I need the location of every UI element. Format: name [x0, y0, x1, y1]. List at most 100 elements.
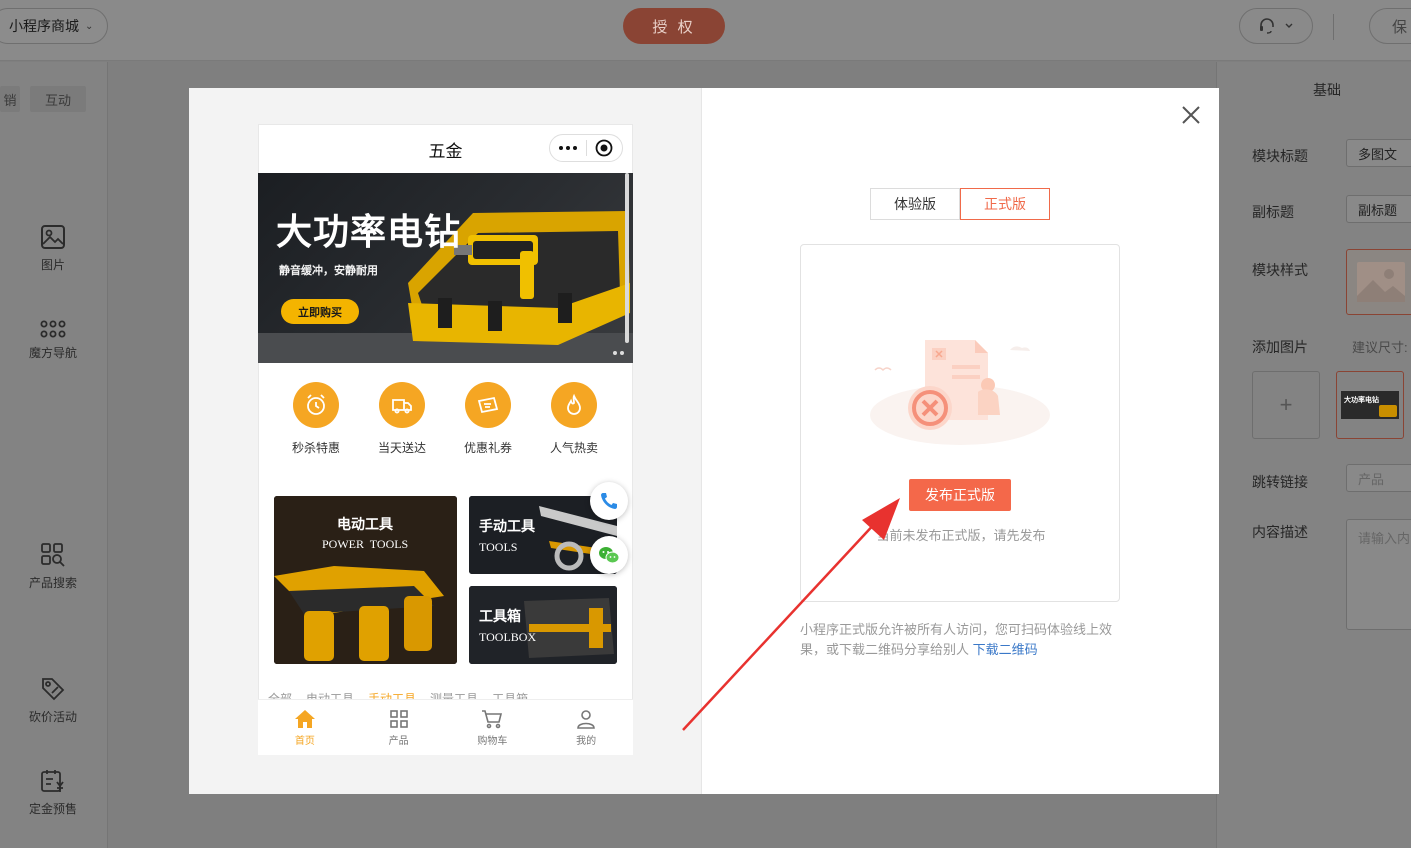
wechat-icon — [599, 547, 620, 564]
card-title: 电动工具 — [337, 516, 393, 532]
save-button[interactable]: 保 — [1369, 8, 1411, 44]
component-sidebar — [0, 62, 108, 848]
subtitle-input[interactable]: 副标题 — [1346, 195, 1411, 223]
image-thumbnail[interactable]: 大功率电钻 — [1336, 371, 1404, 439]
tab-products[interactable]: 产品 — [352, 700, 446, 755]
sidebar-item-label: 定金预售 — [28, 802, 77, 816]
card-subtitle-en: TOOLS — [479, 540, 518, 554]
content-desc-label: 内容描述 — [1252, 524, 1308, 540]
cube-nav-label: 人气热卖 — [549, 441, 598, 455]
coupon-ticket-icon — [477, 396, 499, 414]
presale-calendar-icon — [41, 770, 64, 792]
module-style-label: 模块样式 — [1252, 262, 1308, 278]
module-title-label: 模块标题 — [1252, 148, 1308, 164]
module-title-input[interactable]: 多图文 — [1346, 139, 1411, 167]
suggest-size-label: 建议尺寸: — [1352, 340, 1408, 355]
tab-label: 产品 — [388, 735, 409, 747]
banner-pagination[interactable] — [613, 351, 624, 355]
flame-icon — [567, 393, 581, 415]
category-card-power-tools[interactable]: 电动工具 POWER TOOLS — [274, 496, 457, 664]
cube-nav-hot-sale[interactable]: 人气热卖 — [539, 382, 609, 456]
miniprogram-capsule[interactable] — [549, 134, 623, 162]
sidebar-item-bargain[interactable]: 砍价活动 — [0, 676, 106, 725]
cube-nav-label: 当天送达 — [377, 441, 426, 455]
banner-scrollbar[interactable] — [625, 173, 629, 343]
cube-nav-flash-sale[interactable]: 秒杀特惠 — [281, 382, 351, 456]
release-version-tab[interactable]: 正式版 — [960, 188, 1050, 220]
jump-link-input[interactable]: 产品 — [1346, 464, 1411, 492]
bargain-tag-icon — [42, 678, 65, 701]
card-title: 手动工具 — [479, 518, 535, 534]
toolbar-divider — [1333, 14, 1334, 40]
close-target-icon[interactable] — [587, 139, 622, 157]
banner-subtitle: 静音缓冲，安静耐用 — [279, 265, 378, 277]
app-selector-dropdown[interactable]: 小程序商城 ⌄ — [0, 8, 108, 44]
pagination-dot[interactable] — [620, 351, 624, 355]
image-placeholder-icon — [1357, 262, 1405, 302]
support-headset-button[interactable] — [1239, 8, 1313, 44]
tab-home[interactable]: 首页 — [258, 700, 352, 755]
add-image-button[interactable]: + — [1252, 371, 1320, 439]
close-icon[interactable] — [1180, 104, 1202, 126]
banner-title: 大功率电钻 — [276, 211, 462, 252]
sidebar-tab-marketing[interactable]: 销 — [0, 86, 20, 112]
subtitle-label: 副标题 — [1252, 204, 1294, 220]
tab-label: 我的 — [576, 735, 597, 747]
more-dots-icon[interactable] — [550, 146, 586, 150]
cube-nav-same-day[interactable]: 当天送达 — [367, 382, 437, 456]
sidebar-item-product-search[interactable]: 产品搜索 — [0, 542, 106, 591]
module-style-option[interactable] — [1346, 249, 1411, 315]
delivery-truck-icon — [392, 399, 412, 414]
tab-cart[interactable]: 购物车 — [446, 700, 540, 755]
jump-link-label: 跳转链接 — [1252, 474, 1308, 490]
user-icon — [577, 709, 595, 729]
thumbnail-text: 大功率电钻 — [1344, 397, 1379, 404]
product-search-icon — [41, 543, 65, 567]
download-qrcode-link[interactable]: 下载二维码 — [973, 642, 1038, 657]
chevron-down-icon: ⌄ — [85, 20, 94, 32]
publish-release-button[interactable]: 发布正式版 — [909, 479, 1011, 511]
cube-nav-label: 秒杀特惠 — [291, 441, 340, 455]
properties-panel — [1216, 62, 1411, 848]
category-card-toolbox[interactable]: 工具箱 TOOLBOX — [469, 586, 617, 664]
sidebar-item-image[interactable]: 图片 — [0, 224, 106, 273]
wechat-button[interactable] — [590, 536, 628, 574]
sidebar-item-label: 产品搜索 — [28, 576, 77, 590]
headset-icon — [1260, 18, 1274, 34]
home-icon — [294, 709, 315, 728]
cube-nav-coupon[interactable]: 优惠礼券 — [453, 382, 523, 456]
sidebar-item-label: 砍价活动 — [28, 710, 77, 724]
authorize-button[interactable]: 授 权 — [623, 8, 725, 44]
chevron-down-icon — [1285, 23, 1293, 28]
tab-label: 购物车 — [477, 735, 508, 747]
trial-version-tab[interactable]: 体验版 — [870, 188, 960, 220]
thumbnail-toolbox-shape — [1379, 405, 1397, 417]
version-toggle: 体验版 正式版 — [870, 188, 1050, 220]
pagination-dot[interactable] — [613, 351, 617, 355]
not-published-illustration — [870, 340, 1050, 445]
thumbnail-preview: 大功率电钻 — [1341, 391, 1399, 419]
sidebar-item-presale[interactable]: 定金预售 — [0, 768, 106, 817]
sidebar-item-cube-nav[interactable]: 魔方导航 — [0, 320, 106, 361]
panel-tab-basic[interactable]: 基础 — [1313, 80, 1341, 100]
app-name: 小程序商城 — [9, 18, 79, 34]
tab-label: 首页 — [294, 735, 315, 747]
grid-dots-icon — [40, 320, 66, 338]
card-title: 工具箱 — [479, 608, 521, 624]
phone-icon — [601, 493, 617, 509]
grid-icon — [389, 709, 408, 728]
sidebar-item-label: 魔方导航 — [28, 346, 77, 360]
add-image-label: 添加图片 — [1252, 339, 1308, 355]
sidebar-tab-interaction[interactable]: 互动 — [30, 86, 86, 112]
image-icon — [41, 225, 65, 249]
cart-icon — [482, 709, 503, 728]
phone-call-button[interactable] — [590, 482, 628, 520]
cube-nav-label: 优惠礼券 — [463, 441, 512, 455]
content-desc-textarea[interactable]: 请输入内 — [1346, 519, 1411, 630]
tab-mine[interactable]: 我的 — [539, 700, 633, 755]
annotation-arrow — [682, 498, 900, 731]
phone-tabbar: 首页 产品 购物车 我的 — [258, 699, 633, 755]
sidebar-item-label: 图片 — [40, 258, 65, 272]
card-subtitle-en: TOOLBOX — [479, 630, 537, 644]
buy-now-button[interactable]: 立即购买 — [281, 299, 359, 324]
